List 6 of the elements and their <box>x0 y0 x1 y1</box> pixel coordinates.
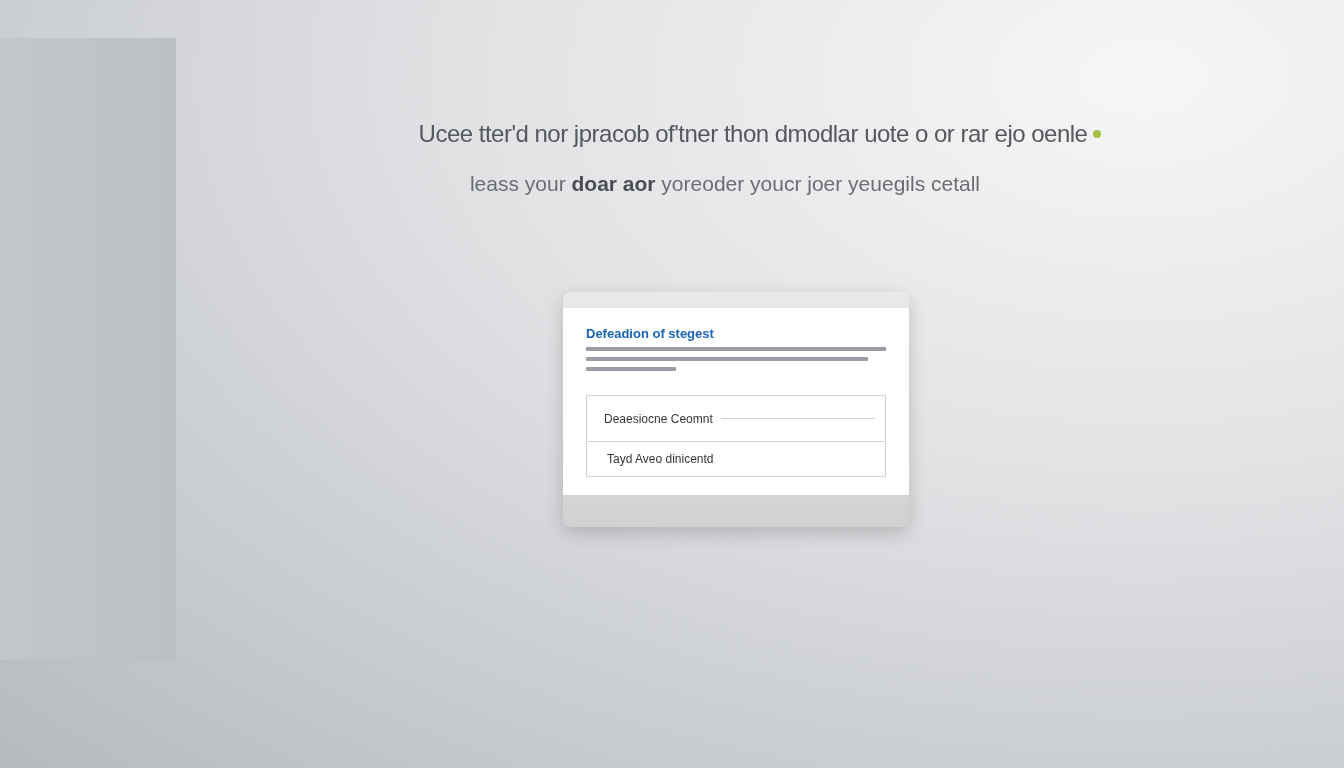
subheadline: leass your doar aor yoreoder youcr joer yeuegils cetall <box>469 172 981 196</box>
option-label[interactable]: Tayd Aveo dinicentd <box>607 452 714 466</box>
dialog-title: Defeadion of stegest <box>586 326 715 341</box>
headline: Ucee tter'd nor jpracob of'tner thon dmodlar uote o or rar ejo oenle <box>418 120 1088 148</box>
status-dot-icon <box>1093 130 1102 138</box>
field-label: Deaesiocne Ceomnt <box>604 411 713 426</box>
